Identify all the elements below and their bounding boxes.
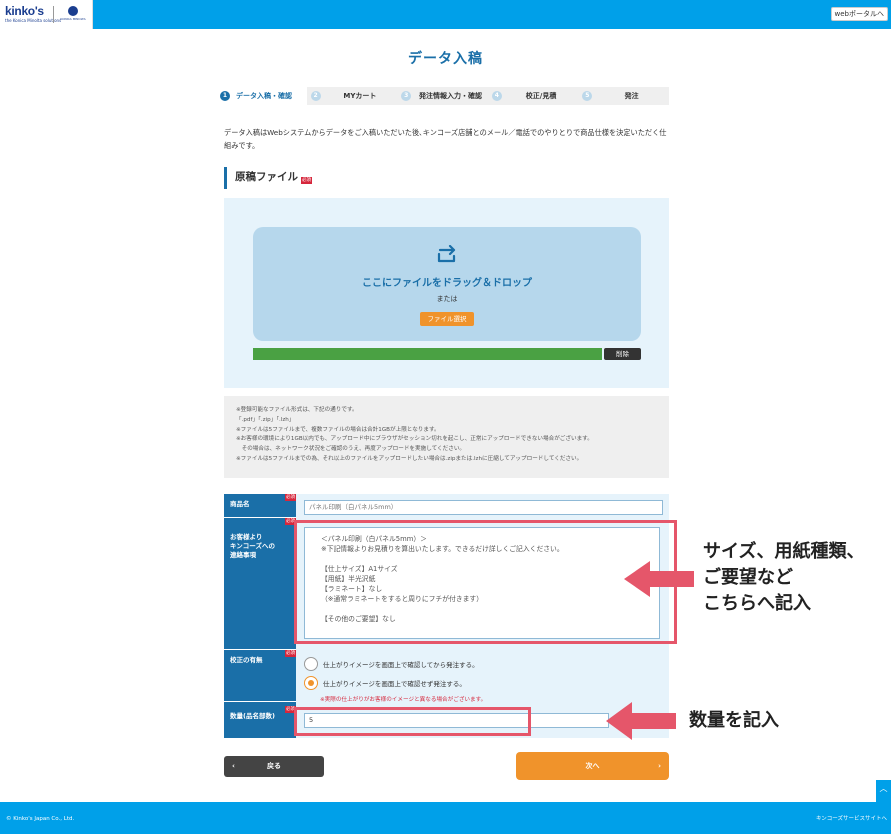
step-label: 校正/見積 (525, 92, 557, 100)
quantity-highlight-box (294, 707, 531, 736)
drop-text: ここにファイルをドラッグ＆ドロップ (362, 278, 532, 289)
proof-label: 校正の有無 必須 (224, 650, 296, 702)
contact-label: お客様より キンコーズへの 連絡事項 必須 (224, 518, 296, 650)
contact-highlight-box (294, 520, 677, 644)
proof-option-2[interactable]: 仕上がりイメージを画面上で確認せず発注する。 (304, 676, 466, 690)
step-number: 3 (401, 91, 412, 101)
label-text: 商品名 (230, 500, 250, 508)
required-badge: 必須 (285, 494, 296, 501)
step-order-info: 3 発注情報入力・確認 (397, 87, 488, 105)
radio-label: 仕上がりイメージを画面上で確認してから発注する。 (323, 661, 479, 669)
chevron-left-icon: ‹ (232, 762, 235, 770)
product-name-input[interactable]: パネル印刷（白パネル5mm） (304, 500, 663, 515)
step-proof-estimate: 4 校正/見積 (487, 87, 579, 105)
label-text: 数量(品名部数) (230, 712, 275, 720)
section-heading: 原稿ファイル 必須 (224, 167, 312, 189)
contact-note-line: サイズ、用紙種類、 (703, 541, 865, 562)
step-label: 発注情報入力・確認 (418, 92, 482, 100)
contact-note: サイズ、用紙種類、 ご要望など こちらへ記入 (703, 539, 864, 617)
quantity-label: 数量(品名部数) 必須 (224, 706, 296, 738)
page: kinko's the Konica Minolta solutions KON… (0, 0, 891, 834)
konica-minolta-logo-text: KONICA MINOLTA (60, 17, 86, 21)
kinkos-logo-text: kinko's (5, 4, 44, 18)
back-button[interactable]: ‹ 戻る (224, 756, 324, 777)
step-number: 4 (491, 91, 502, 101)
contact-note-line: こちらへ記入 (703, 593, 811, 614)
web-portal-button[interactable]: webポータルへ (830, 7, 888, 21)
note-line: その場合は、ネットワーク状況をご確認のうえ、再度アップロードを実施してください。 (236, 446, 466, 453)
chevron-right-icon: › (658, 762, 661, 770)
radio-label: 仕上がりイメージを画面上で確認せず発注する。 (323, 680, 466, 688)
next-button[interactable]: 次へ › (516, 752, 669, 780)
file-notes: ※登録可能なファイル形式は、下記の通りです。 「.pdf」「.zip」「.lzh… (224, 396, 669, 478)
step-order: 5 発注 (578, 87, 669, 105)
progress-steps: 1 データ入稿・確認 2 MYカート 3 発注情報入力・確認 4 校正/見積 5… (216, 87, 669, 105)
upload-swap-icon (437, 245, 456, 263)
logo-divider (53, 6, 54, 23)
section-title: 原稿ファイル (235, 171, 298, 183)
note-line: ※お客様の環境により1GB以内でも、アップロード中にブラウザがセッション切れを起… (236, 436, 593, 443)
upload-area: ここにファイルをドラッグ＆ドロップ または ファイル選択 削除 (224, 198, 669, 388)
next-button-label: 次へ (585, 762, 600, 770)
required-badge: 必須 (301, 177, 312, 184)
page-top-button[interactable]: ︿ (876, 780, 891, 802)
quantity-note: 数量を記入 (689, 710, 779, 731)
back-button-label: 戻る (267, 762, 281, 770)
required-badge: 必須 (285, 650, 296, 657)
konica-minolta-logo: KONICA MINOLTA (58, 6, 88, 23)
note-line: 「.pdf」「.zip」「.lzh」 (236, 416, 295, 423)
note-line: ※ファイルは5ファイルまで、複数ファイルの場合は合計1GBが上限となります。 (236, 426, 440, 433)
step-data-upload: 1 データ入稿・確認 (216, 87, 307, 105)
note-line: ※登録可能なファイル形式は、下記の通りです。 (236, 407, 358, 413)
proof-warning: ※実際の仕上がりがお客様のイメージと異なる場合がございます。 (320, 697, 487, 703)
proof-option-1[interactable]: 仕上がりイメージを画面上で確認してから発注する。 (304, 657, 479, 671)
step-label: MYカート (343, 92, 377, 100)
service-site-link[interactable]: キンコーズサービスサイトへ (816, 814, 887, 822)
step-label: 発注 (624, 92, 639, 100)
or-text: または (436, 295, 458, 303)
label-text: 校正の有無 (230, 656, 263, 664)
step-my-cart: 2 MYカート (306, 87, 398, 105)
label-text: お客様より キンコーズへの 連絡事項 (230, 533, 275, 559)
konica-minolta-mark-icon (68, 6, 78, 16)
logo[interactable]: kinko's the Konica Minolta solutions KON… (0, 0, 93, 29)
contact-arrow-icon (624, 561, 694, 597)
chevron-up-icon: ︿ (879, 784, 888, 793)
product-name-label: 商品名 必須 (224, 494, 296, 518)
page-title: データ入稿 (408, 51, 483, 67)
step-number: 2 (310, 91, 321, 101)
step-number: 5 (582, 91, 593, 101)
step-label: データ入稿・確認 (236, 92, 292, 100)
contact-note-line: ご要望など (703, 567, 793, 588)
radio-button-selected[interactable] (304, 676, 318, 690)
note-line: ※ファイルは5ファイルまでの為、それ以上のファイルをアップロードしたい場合は.z… (236, 455, 583, 462)
radio-button[interactable] (304, 657, 318, 671)
footer: © Kinko's Japan Co., Ltd. キンコーズサービスサイトへ (0, 802, 891, 834)
delete-button[interactable]: 削除 (604, 348, 641, 360)
intro-text: データ入稿はWebシステムからデータをご入稿いただいた後､キンコーズ店舗とのメー… (224, 128, 667, 150)
file-select-button[interactable]: ファイル選択 (420, 312, 474, 326)
copyright: © Kinko's Japan Co., Ltd. (6, 816, 75, 822)
step-number: 1 (220, 91, 230, 101)
quantity-arrow-icon (606, 702, 676, 740)
top-header: kinko's the Konica Minolta solutions KON… (0, 0, 891, 29)
upload-progress-bar (253, 348, 602, 360)
drop-zone[interactable]: ここにファイルをドラッグ＆ドロップ または ファイル選択 (253, 227, 641, 341)
